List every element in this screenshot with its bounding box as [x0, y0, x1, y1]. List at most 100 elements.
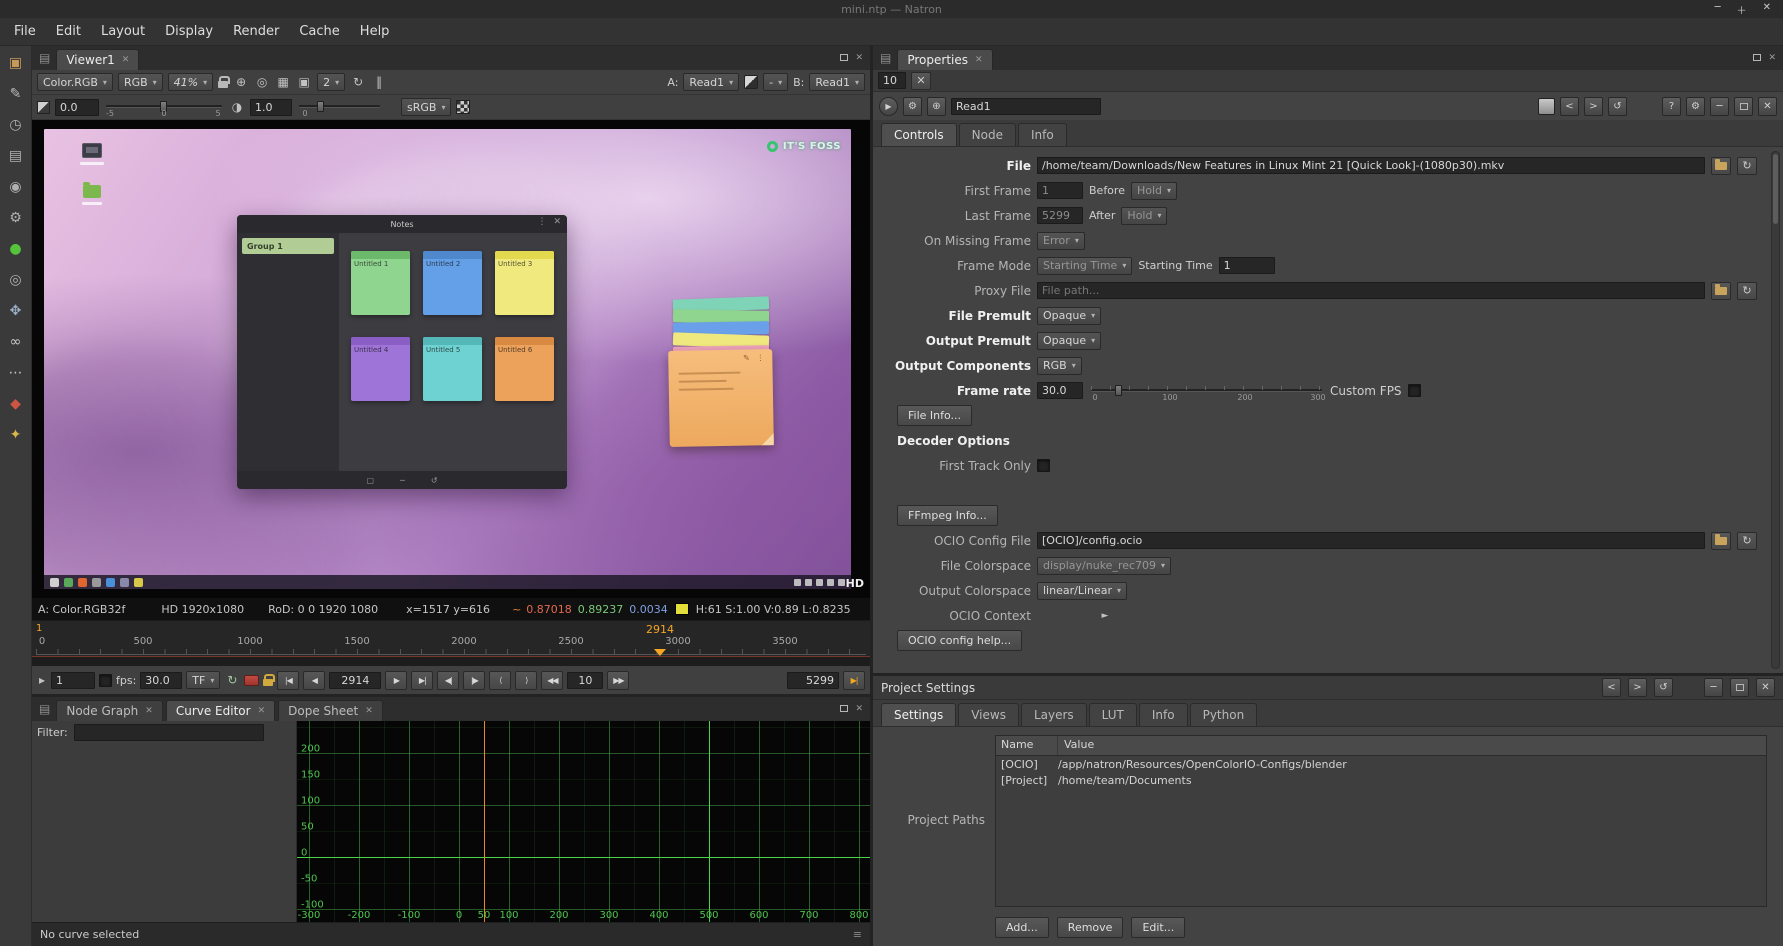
clip-to-project-icon[interactable]: ▦: [275, 75, 291, 89]
tool-filter-icon[interactable]: ⚙: [5, 207, 27, 229]
float-pane-button[interactable]: [840, 704, 848, 715]
tool-channel-icon[interactable]: ▤: [5, 145, 27, 167]
file-browse-button[interactable]: [1711, 157, 1731, 175]
properties-scrollbar[interactable]: [1771, 151, 1780, 669]
input-a-combo[interactable]: Read1: [683, 73, 739, 91]
tab-node-graph[interactable]: Node Graph ✕: [56, 700, 163, 721]
turbo-mode-icon[interactable]: [244, 675, 259, 686]
tab-viewer1[interactable]: Viewer1 ✕: [56, 49, 139, 70]
close-icon[interactable]: ✕: [145, 706, 153, 716]
name-column-header[interactable]: Name: [996, 736, 1058, 755]
close-icon[interactable]: ✕: [975, 55, 983, 65]
project-paths-table[interactable]: Name Value [OCIO] /app/natron/Resources/…: [995, 735, 1767, 907]
tab-lut[interactable]: LUT: [1089, 703, 1137, 726]
next-keyframe-button[interactable]: ⟩: [515, 671, 537, 690]
before-combo[interactable]: Hold: [1131, 182, 1177, 200]
ocio-help-button[interactable]: OCIO config help...: [897, 630, 1022, 651]
operator-combo[interactable]: -: [763, 73, 788, 91]
max-panels-input[interactable]: [878, 72, 906, 89]
file-colorspace-combo[interactable]: display/nuke_rec709: [1037, 557, 1171, 575]
restore-defaults-button[interactable]: ↺: [1654, 678, 1673, 697]
grip-icon[interactable]: ≡: [853, 928, 862, 941]
proxy-combo[interactable]: 2: [317, 73, 345, 91]
tool-extra-icon[interactable]: ✦: [5, 424, 27, 446]
custom-fps-checkbox[interactable]: [1408, 384, 1421, 397]
tool-image-icon[interactable]: ▣: [5, 52, 27, 74]
timeline[interactable]: 1 2914 0 500 1000 1500 2000 2500 3000 35…: [32, 620, 870, 666]
float-pane-button[interactable]: [840, 53, 848, 64]
ocio-browse-button[interactable]: [1711, 532, 1731, 550]
fps-input[interactable]: [140, 672, 182, 689]
table-row[interactable]: [Project] /home/team/Documents: [996, 773, 1766, 789]
window-maximize-button[interactable]: ＋: [1737, 2, 1747, 17]
redo-button[interactable]: >: [1584, 97, 1603, 116]
undo-button[interactable]: <: [1602, 678, 1621, 697]
layer-combo[interactable]: Color.RGB: [37, 73, 113, 91]
tab-dope-sheet[interactable]: Dope Sheet ✕: [278, 700, 383, 721]
out-frame-input[interactable]: [787, 672, 839, 689]
display-channels-combo[interactable]: RGB: [118, 73, 163, 91]
previous-keyframe-button[interactable]: ⟨: [489, 671, 511, 690]
ocio-config-input[interactable]: [1037, 532, 1705, 549]
clear-panels-button[interactable]: ✕: [911, 72, 931, 90]
gain-slider[interactable]: -5 0 5: [104, 96, 224, 118]
previous-increment-button[interactable]: ◀◀: [541, 671, 563, 690]
tab-properties[interactable]: Properties ✕: [897, 49, 992, 70]
frame-rate-slider[interactable]: 0 100 200 300: [1089, 380, 1324, 402]
tool-transform-icon[interactable]: ✥: [5, 300, 27, 322]
output-premult-combo[interactable]: Opaque: [1037, 332, 1101, 350]
output-components-combo[interactable]: RGB: [1037, 357, 1082, 375]
last-frame-input[interactable]: [1037, 207, 1083, 224]
output-colorspace-combo[interactable]: linear/Linear: [1037, 582, 1127, 600]
menu-render[interactable]: Render: [223, 18, 289, 45]
previous-frame-button[interactable]: ◀|: [437, 671, 459, 690]
node-name-input[interactable]: [951, 98, 1101, 115]
redo-button[interactable]: >: [1628, 678, 1647, 697]
frame-increment-input[interactable]: [567, 672, 603, 689]
ffmpeg-info-button[interactable]: FFmpeg Info...: [897, 505, 998, 526]
filter-input[interactable]: [74, 724, 264, 741]
file-reload-button[interactable]: ↻: [1737, 157, 1757, 175]
menu-file[interactable]: File: [4, 18, 46, 45]
menu-cache[interactable]: Cache: [289, 18, 349, 45]
undo-button[interactable]: <: [1560, 97, 1579, 116]
value-column-header[interactable]: Value: [1058, 736, 1766, 755]
close-icon[interactable]: ✕: [122, 55, 130, 65]
proxy-file-input[interactable]: [1037, 282, 1705, 299]
window-minimize-button[interactable]: ─: [1715, 2, 1721, 17]
play-backward-button[interactable]: ◀: [303, 671, 325, 690]
remove-path-button[interactable]: Remove: [1057, 917, 1124, 938]
proxy-reload-button[interactable]: ↻: [1737, 282, 1757, 300]
goto-end-button[interactable]: ▶|: [843, 671, 865, 690]
float-panel-button[interactable]: [1734, 97, 1753, 116]
restore-defaults-button[interactable]: ↺: [1608, 97, 1627, 116]
next-frame-button[interactable]: |▶: [463, 671, 485, 690]
first-frame-input[interactable]: [1037, 182, 1083, 199]
tab-views[interactable]: Views: [958, 703, 1019, 726]
zoom-combo[interactable]: 41%: [168, 73, 213, 91]
panel-settings-button[interactable]: ⚙: [1686, 97, 1705, 116]
tool-time-icon[interactable]: ◷: [5, 114, 27, 136]
tool-draw-icon[interactable]: ✎: [5, 83, 27, 105]
close-pane-button[interactable]: ✕: [855, 704, 863, 714]
tab-controls[interactable]: Controls: [881, 123, 957, 146]
node-add-button[interactable]: ⊕: [927, 97, 946, 116]
float-pane-button[interactable]: [1753, 53, 1761, 64]
tool-other-icon[interactable]: ⋯: [5, 362, 27, 384]
pause-icon[interactable]: ‖: [371, 75, 387, 89]
timeline-lock-icon[interactable]: [263, 679, 273, 686]
window-close-button[interactable]: ✕: [1763, 2, 1771, 17]
close-icon[interactable]: ✕: [365, 706, 373, 716]
ocio-reload-button[interactable]: ↻: [1737, 532, 1757, 550]
tab-python[interactable]: Python: [1190, 703, 1258, 726]
input-b-combo[interactable]: Read1: [809, 73, 865, 91]
tool-views-icon[interactable]: ∞: [5, 331, 27, 353]
expander-icon[interactable]: ►: [1097, 611, 1113, 621]
viewer-display[interactable]: IT'S FOSS Notes ⋮ ✕ Group: [32, 120, 870, 598]
menu-layout[interactable]: Layout: [91, 18, 155, 45]
close-pane-button[interactable]: ✕: [1768, 53, 1776, 63]
tool-merge-icon[interactable]: ◎: [5, 269, 27, 291]
pane-menu-icon[interactable]: ▤: [880, 51, 891, 65]
crosshair-icon[interactable]: ◎: [254, 75, 270, 89]
goto-last-button[interactable]: ▶|: [411, 671, 433, 690]
